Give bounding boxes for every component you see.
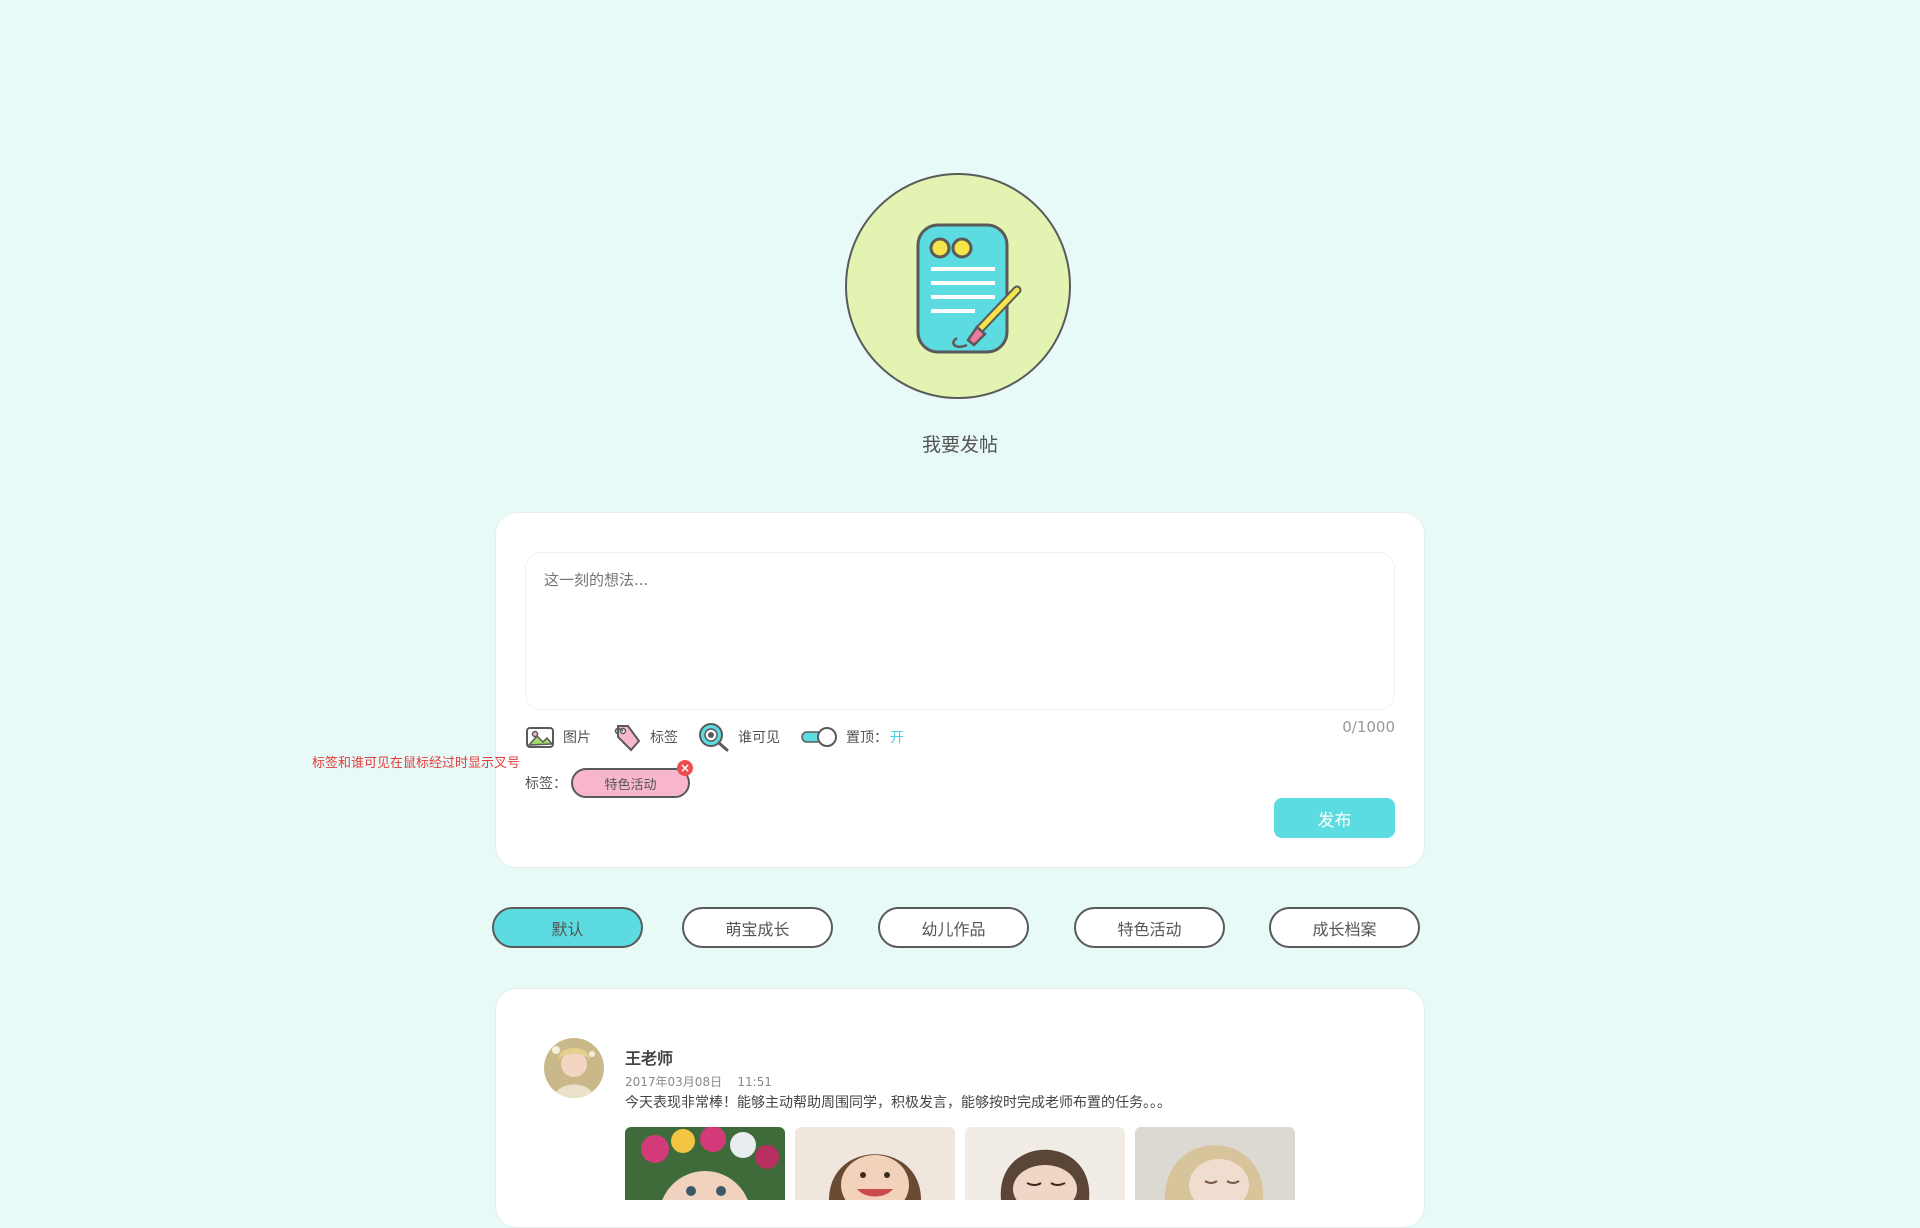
publish-button[interactable]: 发布 [1274, 798, 1395, 838]
post-text-input[interactable] [525, 552, 1395, 710]
visibility-button[interactable]: 谁可见 [698, 722, 780, 752]
hover-note: 标签和谁可见在鼠标经过时显示叉号 [312, 756, 521, 771]
picture-icon [526, 727, 554, 748]
post-hero-badge [845, 173, 1071, 399]
close-icon[interactable]: × [677, 760, 693, 776]
tab-child-works[interactable]: 幼儿作品 [878, 907, 1029, 948]
publish-label: 发布 [1317, 810, 1352, 831]
notepad-pen-icon [916, 223, 1022, 354]
tab-label: 默认 [551, 919, 584, 939]
tag-row-label: 标签： [525, 776, 567, 792]
tab-label: 萌宝成长 [725, 919, 790, 939]
tab-label: 幼儿作品 [921, 919, 986, 939]
tab-special-activities[interactable]: 特色活动 [1074, 907, 1225, 948]
post-photo[interactable] [1135, 1127, 1295, 1200]
post-photo[interactable] [625, 1127, 785, 1200]
visibility-label: 谁可见 [738, 730, 780, 746]
post-timestamp: 2017年03月08日 11:51 [625, 1075, 772, 1089]
tab-label: 成长档案 [1312, 919, 1377, 939]
tab-growth-archive[interactable]: 成长档案 [1269, 907, 1420, 948]
post-body: 今天表现非常棒！能够主动帮助周围同学，积极发言，能够按时完成老师布置的任务。。。 [625, 1095, 1171, 1111]
post-photo[interactable] [965, 1127, 1125, 1200]
pin-state: 开 [890, 730, 904, 746]
tab-default[interactable]: 默认 [492, 907, 643, 948]
eye-magnifier-icon [699, 723, 729, 752]
pin-toggle[interactable]: 置顶： 开 [800, 722, 904, 752]
toggle-switch-icon [801, 727, 837, 747]
selected-tag-chip[interactable]: 特色活动 [571, 768, 690, 798]
post-author[interactable]: 王老师 [625, 1045, 673, 1069]
tag-label: 标签 [650, 730, 678, 746]
avatar[interactable] [544, 1038, 604, 1098]
tab-label: 特色活动 [1117, 919, 1182, 939]
selected-tag-label: 特色活动 [604, 777, 657, 793]
pin-label: 置顶： [846, 730, 888, 746]
image-label: 图片 [563, 730, 591, 746]
tab-baby-growth[interactable]: 萌宝成长 [682, 907, 833, 948]
post-photo[interactable] [795, 1127, 955, 1200]
page-title: 我要发帖 [921, 434, 998, 456]
add-tag-button[interactable]: 标签 [610, 722, 678, 752]
char-counter: 0/1000 [1342, 718, 1395, 736]
add-image-button[interactable]: 图片 [525, 722, 591, 752]
tag-icon [614, 725, 641, 752]
